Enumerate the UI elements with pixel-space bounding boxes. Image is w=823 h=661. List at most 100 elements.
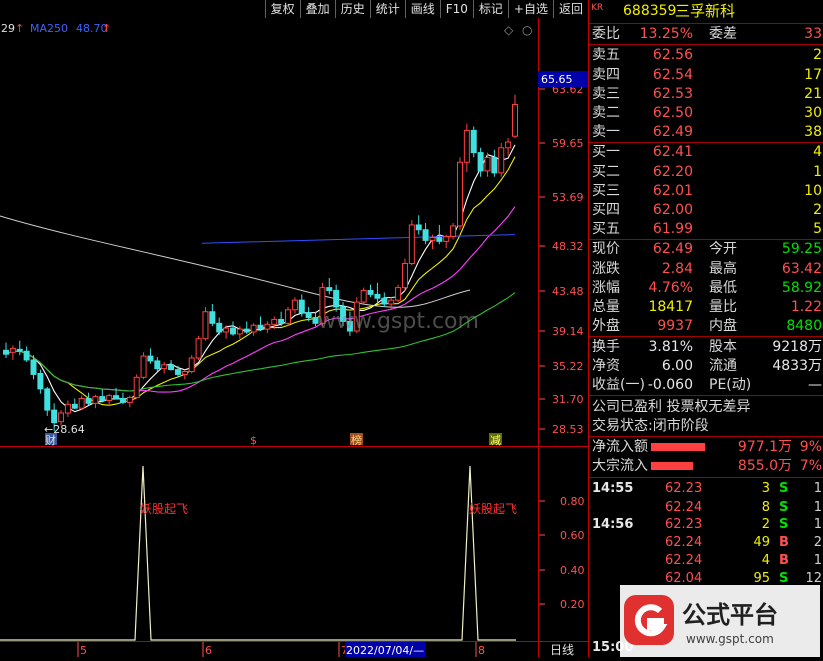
candle-body[interactable] (216, 322, 223, 333)
candle-body[interactable] (401, 263, 408, 289)
candle-body[interactable] (154, 360, 161, 370)
candle-body[interactable] (360, 290, 367, 303)
candle-body[interactable] (78, 398, 85, 409)
candle-body[interactable] (140, 355, 147, 378)
candle-body[interactable] (181, 371, 188, 375)
candle-body[interactable] (147, 355, 154, 362)
candle-body[interactable] (429, 236, 436, 241)
tb-draw-button[interactable]: 画线 (404, 0, 440, 18)
tb-mark-button[interactable]: 标记 (472, 0, 508, 18)
candle-body[interactable] (415, 224, 422, 231)
candle-body[interactable] (161, 364, 168, 370)
bid-row[interactable]: 买四 62.00 2 (589, 200, 823, 220)
candle-body[interactable] (133, 376, 140, 399)
tick-row: 62.24 49 B 2 (665, 535, 822, 550)
candle-body[interactable] (512, 103, 518, 137)
candle-body[interactable] (484, 156, 491, 172)
candle-body[interactable] (113, 395, 120, 400)
ask-row[interactable]: 卖三 62.53 21 (589, 84, 823, 104)
stat-row: 外盘 9937 内盘 8480 (589, 316, 823, 336)
candle-body[interactable] (71, 403, 78, 409)
candle-body[interactable] (168, 364, 175, 371)
candle-body[interactable] (106, 395, 113, 401)
candle-body[interactable] (470, 129, 477, 154)
candle-body[interactable] (395, 287, 402, 301)
candle-body[interactable] (9, 347, 16, 353)
tb-overlay-button[interactable]: 叠加 (299, 0, 335, 18)
candle-body[interactable] (450, 225, 457, 238)
bid-row[interactable]: 买五 61.99 5 (589, 219, 823, 239)
candle-body[interactable] (408, 224, 415, 265)
candle-body[interactable] (119, 398, 126, 403)
candle-body[interactable] (30, 359, 37, 375)
candle-body[interactable] (243, 328, 250, 333)
tb-stats-button[interactable]: 统计 (369, 0, 405, 18)
ask-row[interactable]: 卖一 62.49 38 (589, 122, 823, 142)
tb-restore-rights-button[interactable]: 复权 (264, 0, 300, 18)
candle-body[interactable] (498, 147, 505, 174)
candle-body[interactable] (202, 311, 209, 340)
candle-body[interactable] (422, 229, 429, 241)
bid-row[interactable]: 买一 62.41 4 (589, 142, 823, 162)
candle-body[interactable] (491, 156, 498, 174)
candle-body[interactable] (463, 129, 470, 163)
candle-body[interactable] (367, 290, 374, 295)
candle-body[interactable] (278, 318, 285, 324)
candle-body[interactable] (44, 388, 51, 411)
event-marker-rank[interactable]: 榜 (351, 433, 362, 447)
candle-body[interactable] (250, 324, 257, 333)
circle-icon[interactable]: ○ (522, 23, 532, 37)
candle-body[interactable] (271, 318, 278, 325)
event-marker-reduce[interactable]: 减 (490, 434, 501, 447)
ask-row[interactable]: 卖五 62.56 2 (589, 45, 823, 65)
tb-f10-button[interactable]: F10 (439, 0, 473, 18)
bid-row[interactable]: 买二 62.20 1 (589, 162, 823, 182)
candle-body[interactable] (505, 141, 512, 149)
candle-body[interactable] (126, 397, 133, 403)
candle-body[interactable] (99, 396, 106, 401)
diamond-icon[interactable]: ◇ (504, 23, 514, 37)
candle-body[interactable] (85, 398, 92, 404)
event-marker-dollar[interactable]: $ (250, 434, 257, 447)
period-button[interactable]: 日线 (550, 643, 574, 657)
candle-body[interactable] (436, 236, 443, 242)
candle-body[interactable] (257, 324, 264, 330)
candle-body[interactable] (23, 350, 30, 361)
candle-body[interactable] (264, 323, 271, 330)
candle-body[interactable] (37, 372, 44, 390)
candle-body[interactable] (456, 161, 463, 227)
event-marker-financial[interactable]: 财 (45, 433, 56, 447)
candle-body[interactable] (195, 338, 202, 359)
candle-body[interactable] (223, 327, 230, 333)
ask-row[interactable]: 卖二 62.50 30 (589, 103, 823, 123)
candle-body[interactable] (291, 299, 298, 311)
candle-body[interactable] (333, 290, 340, 308)
candle-body[interactable] (64, 403, 71, 414)
tb-history-button[interactable]: 历史 (334, 0, 370, 18)
candle-body[interactable] (388, 299, 395, 305)
candle-body[interactable] (326, 287, 333, 292)
candle-body[interactable] (58, 412, 65, 423)
candle-body[interactable] (236, 328, 243, 335)
candle-body[interactable] (174, 369, 181, 375)
chart-canvas[interactable]: www.gspt.com 29 ↑ MA250 48.70 ↑ ◇ ○ 63.6… (0, 0, 588, 657)
tb-back-button[interactable]: 返回 (552, 0, 588, 18)
candle-body[interactable] (229, 327, 236, 335)
bid-row[interactable]: 买三 62.01 10 (589, 181, 823, 201)
candle-body[interactable] (285, 309, 292, 324)
candle-body[interactable] (16, 348, 23, 352)
candle-body[interactable] (92, 396, 99, 404)
kline-chart-area[interactable]: www.gspt.com 29 ↑ MA250 48.70 ↑ ◇ ○ 63.6… (0, 0, 588, 657)
candle-body[interactable] (443, 236, 450, 242)
candle-body[interactable] (51, 409, 58, 424)
candle-body[interactable] (209, 311, 216, 324)
ask-row[interactable]: 卖四 62.54 17 (589, 65, 823, 85)
candle-body[interactable] (188, 357, 195, 373)
candle-body[interactable] (305, 312, 312, 319)
candle-body[interactable] (374, 293, 381, 299)
candle-body[interactable] (381, 297, 388, 305)
candle-body[interactable] (298, 299, 305, 314)
candle-body[interactable] (477, 152, 484, 172)
tb-add-watchlist-button[interactable]: +自选 (507, 0, 553, 18)
candle-body[interactable] (3, 349, 9, 355)
